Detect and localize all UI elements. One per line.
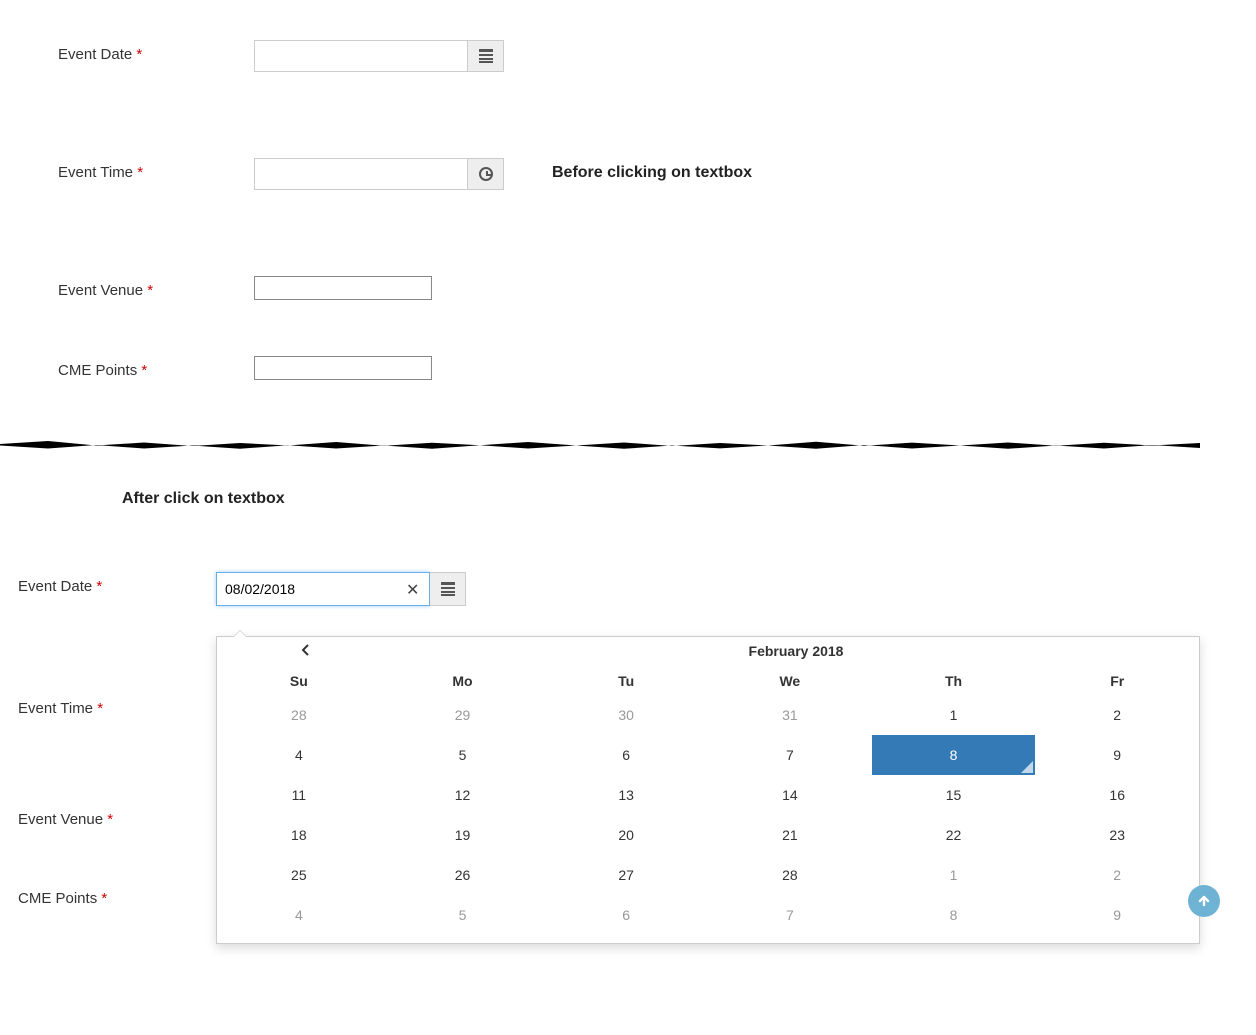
chevron-left-icon bbox=[301, 644, 309, 656]
required-mark: * bbox=[147, 282, 153, 299]
label-event-venue: Event Venue * bbox=[58, 276, 254, 299]
datepicker-day[interactable]: 23 bbox=[1035, 815, 1199, 855]
scroll-to-top-button[interactable] bbox=[1188, 885, 1220, 917]
calendar-icon bbox=[479, 49, 493, 63]
required-mark: * bbox=[137, 164, 143, 181]
datepicker-dow: Mo bbox=[381, 665, 545, 695]
datepicker-dow: Th bbox=[872, 665, 1036, 695]
label-event-date: Event Date * bbox=[18, 572, 216, 595]
datepicker-week-row: 456789 bbox=[217, 735, 1199, 775]
event-date-group-active: ✕ bbox=[216, 572, 466, 606]
datepicker-week-row: 2829303112 bbox=[217, 695, 1199, 735]
datepicker-day[interactable]: 4 bbox=[217, 735, 381, 775]
form-before: Event Date * Event Time * Before clickin… bbox=[0, 0, 1256, 440]
datepicker-week-row: 111213141516 bbox=[217, 775, 1199, 815]
label-cme-points: CME Points * bbox=[18, 884, 216, 907]
required-mark: * bbox=[107, 811, 113, 828]
before-annotation: Before clicking on textbox bbox=[552, 158, 752, 182]
datepicker-day[interactable]: 22 bbox=[872, 815, 1036, 855]
datepicker-month-title[interactable]: February 2018 bbox=[393, 643, 1199, 659]
arrow-up-icon bbox=[1195, 892, 1213, 910]
event-venue-input[interactable] bbox=[254, 276, 432, 300]
datepicker-day[interactable]: 13 bbox=[544, 775, 708, 815]
event-time-group bbox=[254, 158, 504, 190]
datepicker-day[interactable]: 31 bbox=[708, 695, 872, 735]
row-event-date-after: Event Date * ✕ bbox=[18, 572, 1256, 606]
datepicker-header: February 2018 bbox=[217, 637, 1199, 665]
calendar-picker-button[interactable] bbox=[468, 40, 504, 72]
row-event-time: Event Time * Before clicking on textbox bbox=[58, 158, 1256, 190]
datepicker-day[interactable]: 9 bbox=[1035, 895, 1199, 935]
datepicker-day[interactable]: 6 bbox=[544, 735, 708, 775]
datepicker-day[interactable]: 29 bbox=[381, 695, 545, 735]
form-after: After click on textbox Event Date * ✕ Ev… bbox=[0, 450, 1256, 967]
datepicker-day[interactable]: 11 bbox=[217, 775, 381, 815]
datepicker-day[interactable]: 20 bbox=[544, 815, 708, 855]
datepicker-week-row: 181920212223 bbox=[217, 815, 1199, 855]
datepicker-day[interactable]: 8 bbox=[872, 895, 1036, 935]
after-annotation: After click on textbox bbox=[122, 490, 1256, 508]
calendar-picker-button[interactable] bbox=[430, 572, 466, 606]
datepicker-day[interactable]: 27 bbox=[544, 855, 708, 895]
datepicker-week-row: 2526272812 bbox=[217, 855, 1199, 895]
calendar-icon bbox=[441, 582, 455, 596]
datepicker-dow-row: SuMoTuWeThFr bbox=[217, 665, 1199, 695]
datepicker-day[interactable]: 14 bbox=[708, 775, 872, 815]
row-cme-points: CME Points * bbox=[58, 356, 1256, 380]
prev-month-button[interactable] bbox=[217, 644, 393, 659]
datepicker-day[interactable]: 19 bbox=[381, 815, 545, 855]
label-event-time: Event Time * bbox=[18, 694, 216, 717]
label-event-time: Event Time * bbox=[58, 158, 254, 181]
datepicker-day[interactable]: 1 bbox=[872, 695, 1036, 735]
datepicker-week-row: 456789 bbox=[217, 895, 1199, 935]
datepicker-day[interactable]: 1 bbox=[872, 855, 1036, 895]
datepicker-day[interactable]: 5 bbox=[381, 735, 545, 775]
required-mark: * bbox=[141, 362, 147, 379]
cme-points-input[interactable] bbox=[254, 356, 432, 380]
label-cme-points: CME Points * bbox=[58, 356, 254, 379]
datepicker-day[interactable]: 25 bbox=[217, 855, 381, 895]
datepicker-day[interactable]: 15 bbox=[872, 775, 1036, 815]
datepicker-day[interactable]: 21 bbox=[708, 815, 872, 855]
label-event-venue: Event Venue * bbox=[18, 805, 216, 828]
section-divider bbox=[0, 440, 1200, 450]
datepicker-day[interactable]: 2 bbox=[1035, 855, 1199, 895]
event-date-input[interactable] bbox=[254, 40, 468, 72]
datepicker-day[interactable]: 12 bbox=[381, 775, 545, 815]
row-event-date: Event Date * bbox=[58, 40, 1256, 72]
datepicker-dow: We bbox=[708, 665, 872, 695]
required-mark: * bbox=[136, 46, 142, 63]
datepicker-day[interactable]: 28 bbox=[217, 695, 381, 735]
datepicker-day[interactable]: 9 bbox=[1035, 735, 1199, 775]
datepicker-day[interactable]: 5 bbox=[381, 895, 545, 935]
time-picker-button[interactable] bbox=[468, 158, 504, 190]
datepicker-day[interactable]: 30 bbox=[544, 695, 708, 735]
clock-icon bbox=[479, 167, 493, 181]
datepicker-day[interactable]: 7 bbox=[708, 735, 872, 775]
datepicker-dow: Tu bbox=[544, 665, 708, 695]
datepicker-day[interactable]: 4 bbox=[217, 895, 381, 935]
datepicker-day[interactable]: 18 bbox=[217, 815, 381, 855]
row-event-venue: Event Venue * bbox=[58, 276, 1256, 300]
datepicker-popup: February 2018 SuMoTuWeThFr 2829303112456… bbox=[216, 636, 1200, 944]
datepicker-day[interactable]: 26 bbox=[381, 855, 545, 895]
label-event-date: Event Date * bbox=[58, 40, 254, 63]
datepicker-day[interactable]: 7 bbox=[708, 895, 872, 935]
datepicker-grid: SuMoTuWeThFr 282930311245678911121314151… bbox=[217, 665, 1199, 935]
required-mark: * bbox=[101, 890, 107, 907]
datepicker-dow: Fr bbox=[1035, 665, 1199, 695]
required-mark: * bbox=[97, 700, 103, 717]
datepicker-day[interactable]: 2 bbox=[1035, 695, 1199, 735]
clear-date-icon[interactable]: ✕ bbox=[406, 580, 419, 600]
event-date-group bbox=[254, 40, 504, 72]
datepicker-day[interactable]: 8 bbox=[872, 735, 1036, 775]
datepicker-day[interactable]: 16 bbox=[1035, 775, 1199, 815]
datepicker-dow: Su bbox=[217, 665, 381, 695]
event-time-input[interactable] bbox=[254, 158, 468, 190]
datepicker-day[interactable]: 6 bbox=[544, 895, 708, 935]
required-mark: * bbox=[96, 578, 102, 595]
datepicker-day[interactable]: 28 bbox=[708, 855, 872, 895]
event-date-input-active[interactable] bbox=[216, 572, 430, 606]
